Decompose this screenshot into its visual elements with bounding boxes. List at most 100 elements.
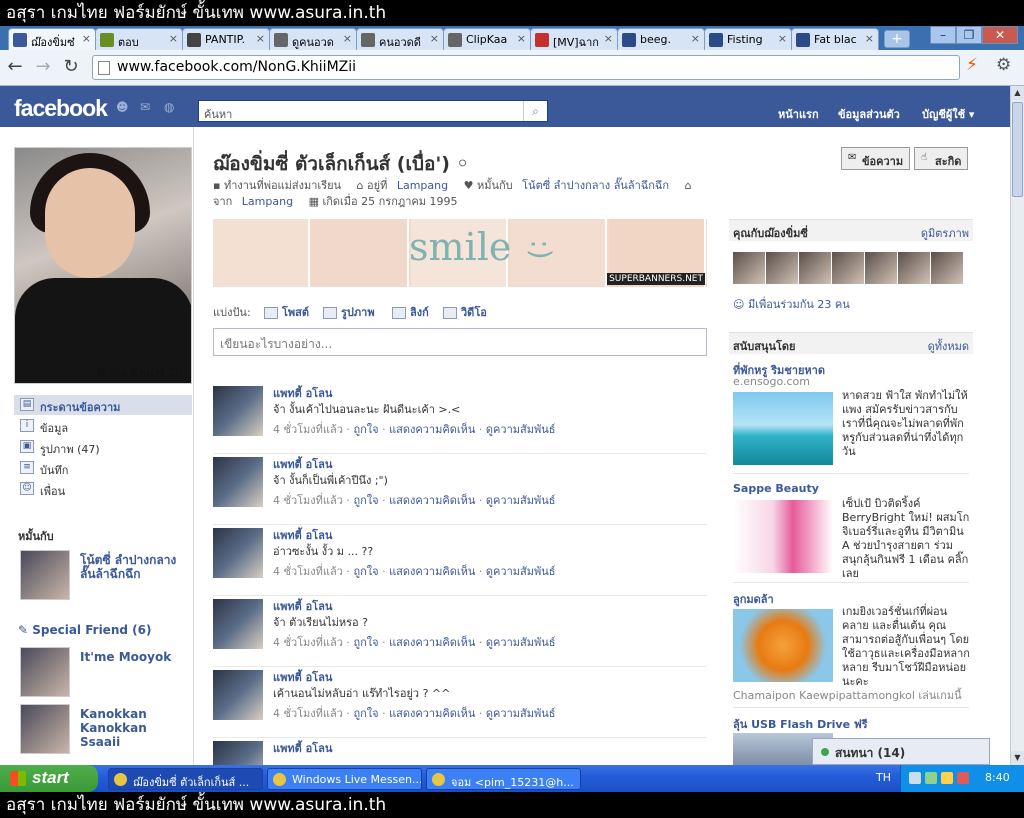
- comment-link[interactable]: แสดงความคิดเห็น: [389, 423, 475, 436]
- close-window-button[interactable]: ✕: [982, 26, 1018, 44]
- maximize-button[interactable]: ❐: [956, 26, 982, 44]
- story-author-thumb[interactable]: [213, 599, 263, 649]
- left-nav-item[interactable]: ☺ เพื่อน: [14, 479, 192, 499]
- back-button[interactable]: ←: [4, 57, 26, 77]
- tab-close-icon[interactable]: ×: [778, 32, 787, 45]
- tab-close-icon[interactable]: ×: [82, 32, 91, 45]
- ad-title[interactable]: ลูกมดล้า: [733, 590, 774, 608]
- mutual-friend-thumb[interactable]: [931, 252, 963, 284]
- like-link[interactable]: ถูกใจ: [353, 423, 378, 436]
- browser-tab[interactable]: PANTIP. ×: [182, 28, 270, 50]
- tab-close-icon[interactable]: ×: [169, 32, 178, 45]
- see-friendship-link[interactable]: ดูความสัมพันธ์: [486, 636, 556, 649]
- page-scrollbar[interactable]: ▲ ▼: [1010, 86, 1024, 765]
- home-link[interactable]: หน้าแรก: [778, 105, 819, 123]
- lives-place-link[interactable]: Lampang: [397, 179, 448, 192]
- ad-image-drink[interactable]: [733, 500, 833, 573]
- tab-close-icon[interactable]: ×: [256, 32, 265, 45]
- story-author-thumb[interactable]: [213, 670, 263, 720]
- extension-lightning-icon[interactable]: ⚡: [966, 55, 978, 75]
- facebook-search-input[interactable]: ค้นหา ⌕: [198, 100, 548, 122]
- left-nav-item[interactable]: i ข้อมูล: [14, 416, 192, 436]
- left-nav-item[interactable]: ≡ บันทึก: [14, 458, 192, 478]
- friend-requests-icon[interactable]: ☻: [116, 100, 130, 114]
- story-author-link[interactable]: แพทตี้ อโลน: [273, 739, 332, 757]
- ad-image-game[interactable]: [733, 609, 833, 682]
- notifications-icon[interactable]: ◍: [164, 100, 178, 114]
- language-indicator[interactable]: TH: [876, 771, 891, 784]
- like-link[interactable]: ถูกใจ: [353, 565, 378, 578]
- like-link[interactable]: ถูกใจ: [353, 707, 378, 720]
- share-photo-tab[interactable]: รูปภาพ: [323, 303, 375, 321]
- like-link[interactable]: ถูกใจ: [353, 636, 378, 649]
- scroll-thumb[interactable]: [1012, 102, 1023, 197]
- messages-icon[interactable]: ✉: [140, 100, 154, 114]
- special-friend-thumb[interactable]: [20, 704, 70, 754]
- browser-tab[interactable]: [MV]ฉาก ×: [530, 28, 618, 50]
- minimize-button[interactable]: –: [930, 26, 956, 44]
- see-friendship-link[interactable]: ดูความสัมพันธ์: [486, 423, 556, 436]
- see-friendship-link[interactable]: ดูความสัมพันธ์: [486, 707, 556, 720]
- profile-link[interactable]: ข้อมูลส่วนตัว: [838, 105, 900, 123]
- scroll-down-arrow[interactable]: ▼: [1011, 751, 1024, 765]
- special-friend-thumb[interactable]: [20, 647, 70, 697]
- start-button[interactable]: start: [0, 765, 98, 792]
- share-video-tab[interactable]: วิดีโอ: [443, 303, 487, 321]
- special-friend-name[interactable]: It'me Mooyok: [80, 650, 180, 664]
- ad-title[interactable]: ลุ้น USB Flash Drive ฟรี: [733, 715, 868, 733]
- mutual-count[interactable]: ☺ มีเพื่อนร่วมกัน 23 คน: [733, 295, 850, 313]
- tab-close-icon[interactable]: ×: [865, 32, 874, 45]
- media-tray-icon[interactable]: [957, 772, 969, 784]
- photo-strip-cell[interactable]: [213, 219, 310, 287]
- mutual-friend-thumb[interactable]: [733, 252, 765, 284]
- browser-tab[interactable]: Fisting ×: [704, 28, 792, 50]
- ad-title[interactable]: Sappe Beauty: [733, 482, 819, 495]
- messenger-tray-icon[interactable]: [941, 772, 953, 784]
- taskbar-task[interactable]: จอม <pim_15231@h...: [426, 768, 581, 790]
- see-all-ads-link[interactable]: ดูทั้งหมด: [928, 337, 969, 355]
- forward-button[interactable]: →: [32, 57, 54, 77]
- share-link-tab[interactable]: ลิงก์: [392, 303, 429, 321]
- left-nav-item[interactable]: ▣ รูปภาพ (47): [14, 437, 192, 457]
- engaged-partner-thumb[interactable]: [20, 550, 70, 600]
- photo-strip-cell[interactable]: [312, 219, 409, 287]
- chat-bar[interactable]: สนทนา (14): [812, 738, 990, 765]
- browser-tab[interactable]: คนอวดดี ×: [356, 28, 444, 50]
- comment-link[interactable]: แสดงความคิดเห็น: [389, 636, 475, 649]
- network-tray-icon[interactable]: [925, 772, 937, 784]
- browser-tab[interactable]: ตอบ ×: [95, 28, 183, 50]
- left-nav-item[interactable]: ▤ กระดานข้อความ: [14, 395, 192, 415]
- tab-close-icon[interactable]: ×: [343, 32, 352, 45]
- account-menu[interactable]: บัญชีผู้ใช้ ▾: [922, 105, 974, 123]
- mutual-friend-thumb[interactable]: [865, 252, 897, 284]
- address-bar[interactable]: www.facebook.com/NonG.KhiiMZii ★: [92, 55, 960, 80]
- photo-strip-banner[interactable]: smile :) SUPERBANNERS.NET: [213, 219, 707, 287]
- story-author-thumb[interactable]: [213, 528, 263, 578]
- see-friendship-link[interactable]: ดูมิตรภาพ: [921, 224, 969, 242]
- tab-close-icon[interactable]: ×: [430, 32, 439, 45]
- mutual-friend-thumb[interactable]: [766, 252, 798, 284]
- story-author-thumb[interactable]: [213, 741, 263, 765]
- from-place-link[interactable]: Lampang: [242, 195, 293, 208]
- mutual-friend-thumb[interactable]: [898, 252, 930, 284]
- browser-tab[interactable]: ClipKaa ×: [443, 28, 531, 50]
- message-button[interactable]: ✉ ข้อความ: [841, 147, 911, 170]
- mutual-friend-thumb[interactable]: [799, 252, 831, 284]
- mutual-friend-thumb[interactable]: [832, 252, 864, 284]
- story-author-thumb[interactable]: [213, 457, 263, 507]
- see-friendship-link[interactable]: ดูความสัมพันธ์: [486, 494, 556, 507]
- share-post-tab[interactable]: โพสต์: [264, 303, 309, 321]
- ad-image-resort[interactable]: [733, 392, 833, 465]
- search-icon[interactable]: ⌕: [523, 101, 547, 121]
- wrench-menu-icon[interactable]: ⚙: [996, 55, 1011, 75]
- browser-tab[interactable]: ดูคนอวด ×: [269, 28, 357, 50]
- comment-link[interactable]: แสดงความคิดเห็น: [389, 707, 475, 720]
- comment-link[interactable]: แสดงความคิดเห็น: [389, 494, 475, 507]
- profile-picture[interactable]: It'Me KhiiM'Zii: [14, 147, 192, 384]
- scroll-up-arrow[interactable]: ▲: [1011, 86, 1024, 100]
- taskbar-task[interactable]: ฌ๊องขิ่มซี่ ตัวเล็กเก็นส์ ...: [108, 768, 263, 790]
- reload-button[interactable]: ↻: [60, 57, 82, 77]
- status-composer-input[interactable]: เขียนอะไรบางอย่าง...: [213, 328, 707, 356]
- tab-close-icon[interactable]: ×: [604, 32, 613, 45]
- tab-close-icon[interactable]: ×: [691, 32, 700, 45]
